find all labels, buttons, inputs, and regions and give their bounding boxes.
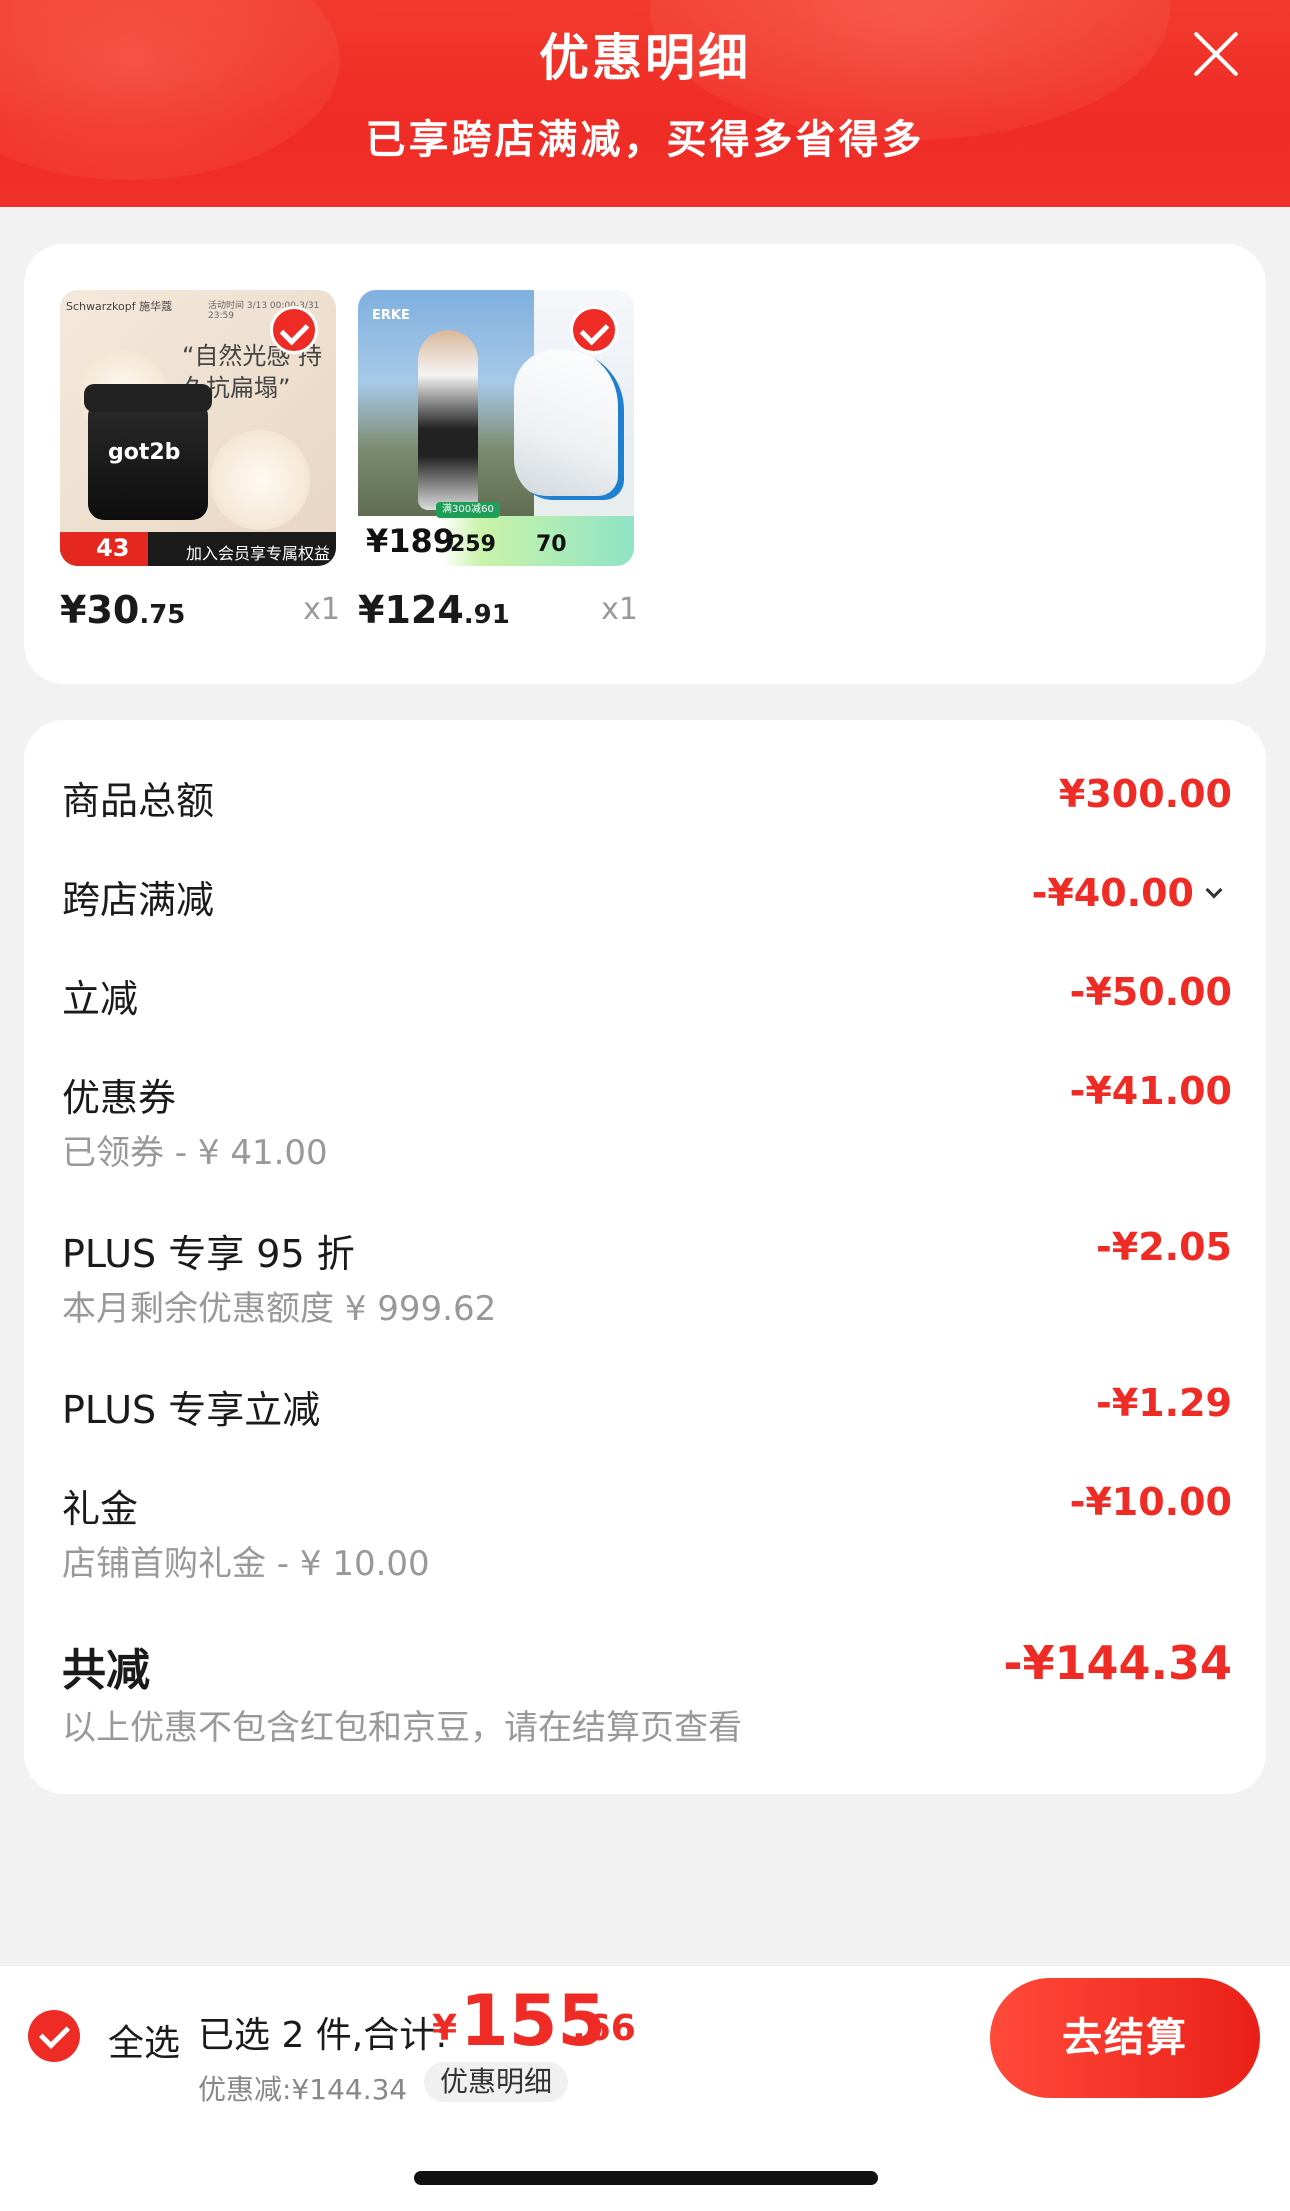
plus-instant-amount: -¥1.29 — [1096, 1381, 1232, 1425]
product-check-icon[interactable] — [270, 306, 318, 354]
product-item[interactable]: ERKE 满300减60 ¥189 259 70 ¥124.91 x1 — [358, 290, 638, 632]
discount-details-card: 商品总额 ¥300.00 跨店满减 -¥40.00 立减 -¥50.00 优惠券… — [24, 720, 1266, 1794]
total-currency: ¥ — [432, 2008, 458, 2049]
gift-amount: -¥10.00 — [1069, 1480, 1232, 1524]
promo-price-original: 259 — [450, 532, 496, 557]
instant-discount-label: 立减 — [62, 977, 139, 1021]
product-quantity: x1 — [303, 592, 340, 627]
product-price: ¥30.75 — [60, 588, 186, 632]
promo-tag: 满300减60 — [436, 502, 500, 518]
total-discount-label: 共减 — [62, 1645, 150, 1696]
cross-store-amount-toggle[interactable]: -¥40.00 — [1031, 871, 1223, 915]
product-item[interactable]: Schwarzkopf 施华蔻 活动时间 3/13 00:00-3/31 23:… — [60, 290, 340, 632]
checkout-button[interactable]: 去结算 — [990, 1978, 1260, 2098]
instant-discount-amount: -¥50.00 — [1069, 970, 1232, 1014]
checkout-bar: 全选 已选 2 件,合计: ¥ 155 .66 优惠减:¥144.34 优惠明细… — [0, 1965, 1290, 2111]
jar-label: got2b — [108, 440, 181, 465]
total-discount-note: 以上优惠不包含红包和京豆，请在结算页查看 — [62, 1708, 742, 1748]
chevron-down-icon — [1205, 881, 1223, 899]
promo-price: ¥189 — [366, 522, 456, 560]
product-quantity: x1 — [601, 592, 638, 627]
subtotal-amount: ¥300.00 — [1058, 772, 1232, 816]
promo-price-discount: 70 — [536, 532, 567, 557]
discount-details-page: 优惠明细 已享跨店满减，买得多省得多 Schwarzkopf 施华蔻 活动时间 … — [0, 0, 1290, 2211]
total-price-dec: .66 — [572, 2008, 636, 2049]
discount-summary: 优惠减:¥144.34 — [198, 2073, 408, 2106]
selected-count-text: 已选 2 件,合计: — [198, 2015, 448, 2056]
gift-sub: 店铺首购礼金 - ¥ 10.00 — [62, 1544, 430, 1584]
home-indicator[interactable] — [414, 2171, 878, 2185]
close-icon[interactable] — [1188, 26, 1244, 82]
bottom-safe-area — [0, 2111, 1290, 2211]
total-discount-amount: -¥144.34 — [1003, 1636, 1232, 1690]
coupon-label: 优惠券 — [62, 1076, 177, 1120]
plus-discount-sub: 本月剩余优惠额度 ¥ 999.62 — [62, 1289, 497, 1329]
subtotal-label: 商品总额 — [62, 779, 215, 823]
product-check-icon[interactable] — [570, 306, 618, 354]
promo-price: 43 — [96, 534, 130, 562]
promo-bar-text: 加入会员享专属权益 — [186, 544, 331, 563]
cross-store-amount: -¥40.00 — [1031, 871, 1194, 915]
promo-bar: 满300减60 ¥189 259 70 — [358, 502, 634, 566]
coupon-amount: -¥41.00 — [1069, 1069, 1232, 1113]
products-card: Schwarzkopf 施华蔻 活动时间 3/13 00:00-3/31 23:… — [24, 244, 1266, 684]
promo-bar: 43 加入会员享专属权益 — [60, 532, 336, 566]
discount-details-link[interactable]: 优惠明细 — [424, 2062, 569, 2102]
header-banner: 优惠明细 已享跨店满减，买得多省得多 — [0, 0, 1290, 207]
brand-logo: ERKE — [372, 308, 410, 323]
product-price-line: ¥124.91 x1 — [358, 588, 638, 632]
flower-decoration — [210, 430, 310, 530]
page-subtitle: 已享跨店满减，买得多省得多 — [365, 117, 925, 163]
runner-figure — [418, 330, 478, 510]
shoe-graphic — [514, 350, 624, 500]
plus-discount-amount: -¥2.05 — [1096, 1225, 1232, 1269]
page-title: 优惠明细 — [539, 29, 751, 87]
select-all-label[interactable]: 全选 — [108, 2014, 180, 2066]
select-all-check-icon[interactable] — [28, 2010, 80, 2062]
product-price: ¥124.91 — [358, 588, 510, 632]
brand-text: Schwarzkopf 施华蔻 — [66, 300, 173, 313]
coupon-sub: 已领券 - ¥ 41.00 — [62, 1133, 328, 1173]
gift-label: 礼金 — [62, 1487, 139, 1531]
plus-discount-label: PLUS 专享 95 折 — [62, 1232, 355, 1276]
product-price-line: ¥30.75 x1 — [60, 588, 340, 632]
plus-instant-label: PLUS 专享立减 — [62, 1388, 321, 1432]
cross-store-label: 跨店满减 — [62, 878, 215, 922]
